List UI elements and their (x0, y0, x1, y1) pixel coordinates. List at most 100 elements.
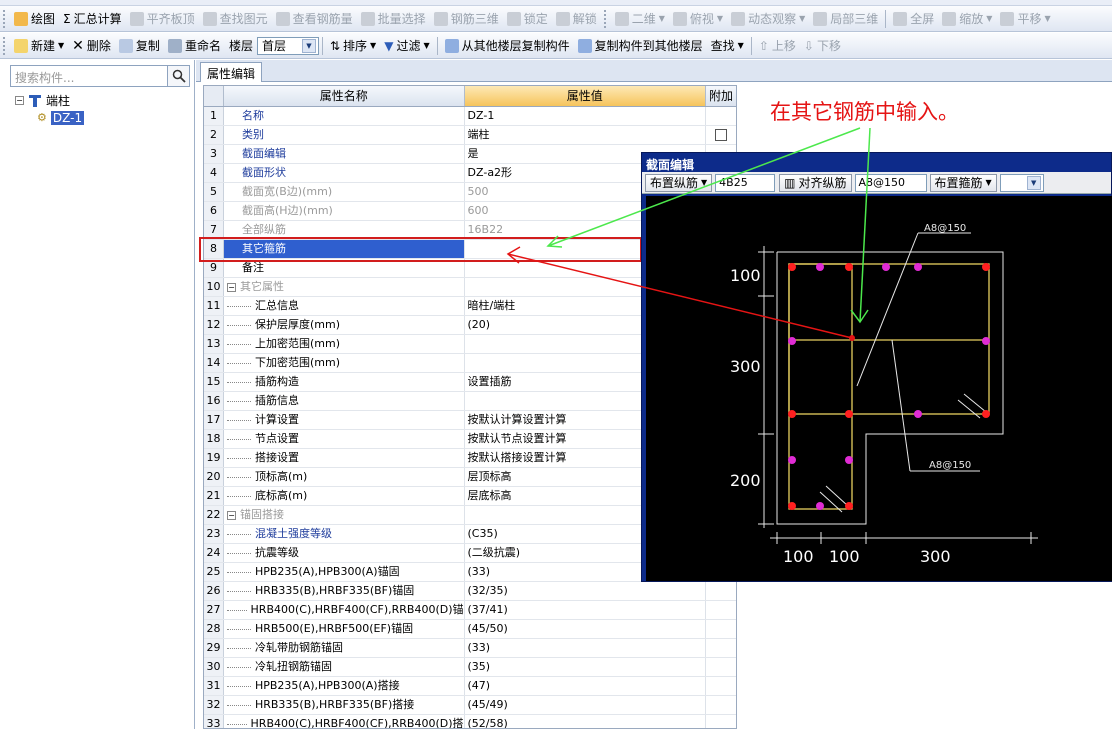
header-extra[interactable]: 附加 (706, 86, 736, 106)
property-name-cell[interactable]: − 锚固搭接 (224, 506, 465, 524)
property-name-cell[interactable]: 插筋信息 (224, 392, 465, 410)
property-value-cell[interactable]: (33) (465, 639, 707, 657)
dynamic-view-dropdown[interactable]: 动态观察 ▼ (727, 8, 809, 30)
property-value-cell[interactable]: (35) (465, 658, 707, 676)
draw-button[interactable]: 绘图 (10, 8, 59, 30)
table-row[interactable]: 33 HRB400(C),HRBF400(CF),RRB400(D)搭 (52/58… (204, 715, 736, 728)
rename-button[interactable]: 重命名 (164, 35, 225, 57)
property-name-cell[interactable]: 全部纵筋 (224, 221, 465, 239)
table-row[interactable]: 28 HRB500(E),HRBF500(EF)锚固 (45/50) (204, 620, 736, 639)
local-3d-button[interactable]: 局部三维 (809, 8, 882, 30)
toolbar-grip[interactable] (3, 36, 7, 55)
property-value-cell[interactable]: (45/49) (465, 696, 707, 714)
toolbar-grip[interactable] (603, 9, 608, 28)
property-name-cell[interactable]: 冷轧带肋钢筋锚固 (224, 639, 465, 657)
move-down-button[interactable]: ⇩ 下移 (800, 35, 845, 57)
batch-select-button[interactable]: 批量选择 (357, 8, 430, 30)
view-rebar-qty-button[interactable]: 查看钢筋量 (272, 8, 357, 30)
sort-dropdown[interactable]: ⇅ 排序 ▼ (326, 35, 380, 57)
extra-checkbox[interactable] (715, 129, 728, 141)
property-name-cell[interactable]: 汇总信息 (224, 297, 465, 315)
unlock-button[interactable]: 解锁 (552, 8, 601, 30)
search-button[interactable] (168, 65, 190, 87)
property-name-cell[interactable]: 混凝土强度等级 (224, 525, 465, 543)
extra-cell[interactable] (706, 639, 736, 657)
delete-button[interactable]: ✕ 删除 (68, 35, 115, 57)
lock-button[interactable]: 锁定 (503, 8, 552, 30)
align-long-bar-button[interactable]: ▥ 对齐纵筋 (779, 173, 852, 192)
extra-cell[interactable] (706, 126, 736, 144)
find-dropdown[interactable]: 查找 ▼ (707, 35, 748, 57)
property-name-cell[interactable]: 保护层厚度(mm) (224, 316, 465, 334)
stirrup-type-select[interactable]: ▼ (999, 173, 1044, 192)
header-property-name[interactable]: 属性名称 (223, 86, 465, 106)
property-value-cell[interactable]: (32/35) (465, 582, 707, 600)
copy-to-floor-button[interactable]: 复制构件到其他楼层 (574, 35, 707, 57)
property-name-cell[interactable]: HPB235(A),HPB300(A)锚固 (224, 563, 465, 581)
collapse-icon[interactable]: − (226, 282, 236, 292)
fullscreen-button[interactable]: 全屏 (889, 8, 938, 30)
property-name-cell[interactable]: HPB235(A),HPB300(A)搭接 (224, 677, 465, 695)
extra-cell[interactable] (706, 715, 736, 728)
header-property-value[interactable]: 属性值 (464, 86, 707, 106)
tab-property-edit[interactable]: 属性编辑 (200, 62, 263, 82)
move-up-button[interactable]: ⇧ 上移 (755, 35, 800, 57)
table-row[interactable]: 26 HRB335(B),HRBF335(BF)锚固 (32/35) (204, 582, 736, 601)
property-name-cell[interactable]: 抗震等级 (224, 544, 465, 562)
property-name-cell[interactable]: 下加密范围(mm) (224, 354, 465, 372)
extra-cell[interactable] (706, 107, 736, 125)
property-name-cell[interactable]: 截面高(H边)(mm) (224, 202, 465, 220)
property-name-cell[interactable]: 上加密范围(mm) (224, 335, 465, 353)
property-value-cell[interactable]: (45/50) (465, 620, 707, 638)
toolbar-grip[interactable] (3, 9, 7, 28)
property-name-cell[interactable]: 节点设置 (224, 430, 465, 448)
section-canvas[interactable]: A8@150 A8@150 100 300 200 100 100 300 (646, 196, 1112, 581)
place-long-bar-dropdown[interactable]: 布置纵筋 ▼ (645, 173, 713, 192)
extra-cell[interactable] (706, 677, 736, 695)
property-value-cell[interactable]: (47) (465, 677, 707, 695)
collapse-icon[interactable]: − (226, 510, 236, 520)
flush-board-button[interactable]: 平齐板顶 (126, 8, 199, 30)
property-name-cell[interactable]: 冷轧扭钢筋锚固 (224, 658, 465, 676)
property-name-cell[interactable]: 名称 (224, 107, 465, 125)
table-row[interactable]: 27 HRB400(C),HRBF400(CF),RRB400(D)锚 (37/41… (204, 601, 736, 620)
extra-cell[interactable] (706, 582, 736, 600)
property-name-cell[interactable]: HRB400(C),HRBF400(CF),RRB400(D)搭 (224, 715, 465, 728)
copy-from-floor-button[interactable]: 从其他楼层复制构件 (441, 35, 574, 57)
tree-node-dz1[interactable]: ⚙ DZ-1 (37, 109, 85, 126)
property-name-cell[interactable]: − 其它属性 (224, 278, 465, 296)
stirrup-input[interactable]: A8@150 (854, 173, 927, 192)
pan-dropdown[interactable]: 平移 ▼ (996, 8, 1054, 30)
filter-dropdown[interactable]: ▼ 过滤 ▼ (380, 35, 433, 57)
property-name-cell[interactable]: 类别 (224, 126, 465, 144)
zoom-dropdown[interactable]: 缩放 ▼ (938, 8, 996, 30)
property-name-cell[interactable]: 截面宽(B边)(mm) (224, 183, 465, 201)
property-name-cell[interactable]: 备注 (224, 259, 465, 277)
table-row[interactable]: 31 HPB235(A),HPB300(A)搭接 (47) (204, 677, 736, 696)
new-dropdown[interactable]: 新建 ▼ (10, 35, 68, 57)
long-bar-input[interactable]: 4B25 (715, 173, 776, 192)
table-row[interactable]: 1 名称 DZ-1 (204, 107, 736, 126)
collapse-icon[interactable]: − (15, 96, 24, 105)
property-name-cell[interactable]: 其它箍筋 (223, 240, 465, 258)
property-name-cell[interactable]: 计算设置 (224, 411, 465, 429)
property-name-cell[interactable]: HRB400(C),HRBF400(CF),RRB400(D)锚 (224, 601, 465, 619)
tree-node-end-column[interactable]: − 端柱 (15, 92, 84, 109)
property-value-cell[interactable]: (52/58) (465, 715, 707, 728)
property-name-cell[interactable]: 搭接设置 (224, 449, 465, 467)
table-row[interactable]: 29 冷轧带肋钢筋锚固 (33) (204, 639, 736, 658)
property-value-cell[interactable]: (37/41) (465, 601, 707, 619)
extra-cell[interactable] (706, 601, 736, 619)
extra-cell[interactable] (706, 620, 736, 638)
property-value-cell[interactable]: 端柱 (465, 126, 707, 144)
property-name-cell[interactable]: 截面形状 (224, 164, 465, 182)
property-name-cell[interactable]: 底标高(m) (224, 487, 465, 505)
table-row[interactable]: 30 冷轧扭钢筋锚固 (35) (204, 658, 736, 677)
copy-button[interactable]: 复制 (115, 35, 164, 57)
find-element-button[interactable]: 查找图元 (199, 8, 272, 30)
table-row[interactable]: 32 HRB335(B),HRBF335(BF)搭接 (45/49) (204, 696, 736, 715)
property-name-cell[interactable]: HRB335(B),HRBF335(BF)锚固 (224, 582, 465, 600)
extra-cell[interactable] (706, 658, 736, 676)
rebar-3d-button[interactable]: 钢筋三维 (430, 8, 503, 30)
property-name-cell[interactable]: HRB335(B),HRBF335(BF)搭接 (224, 696, 465, 714)
